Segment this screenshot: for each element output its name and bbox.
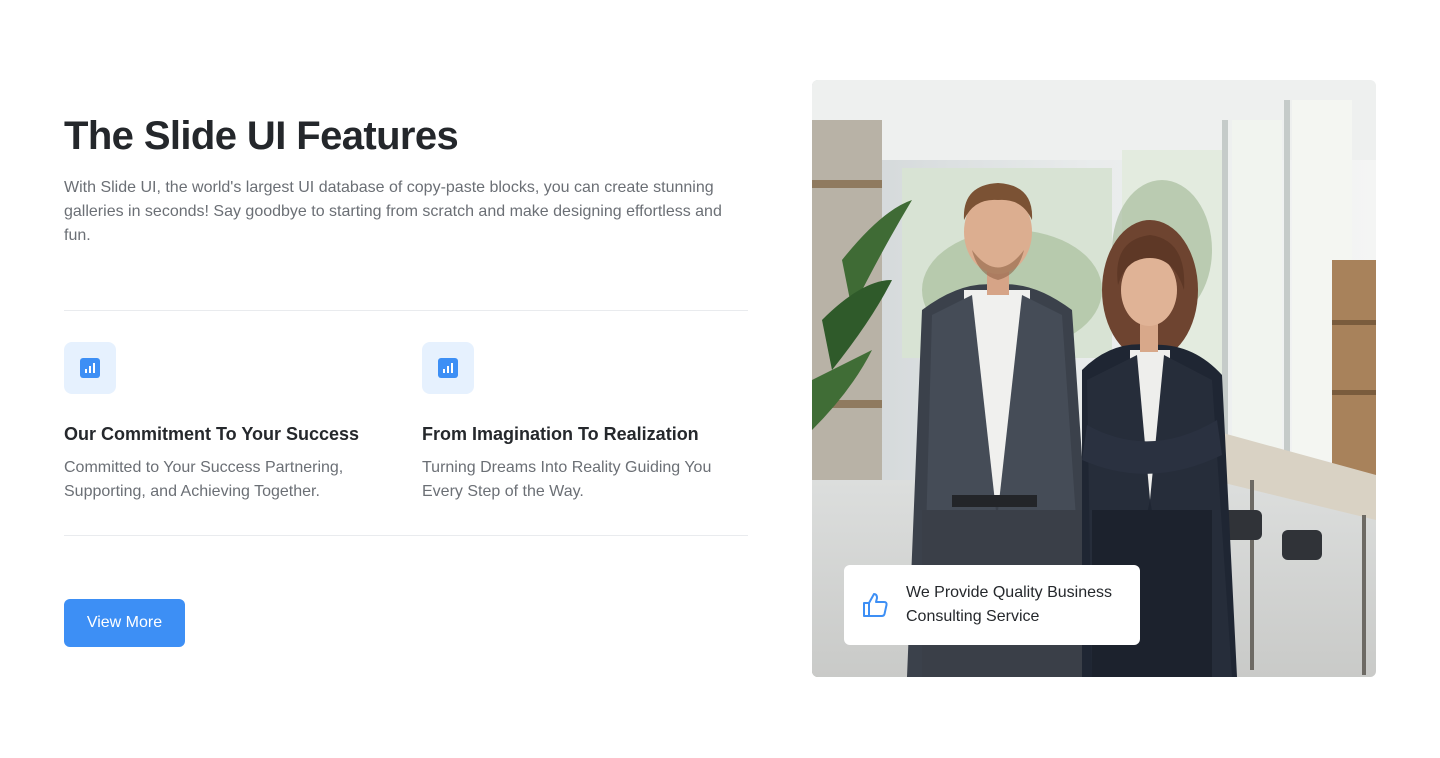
feature-title: From Imagination To Realization	[422, 424, 699, 444]
feature-card: From Imagination To Realization Turning …	[422, 342, 742, 504]
divider-bottom	[64, 535, 748, 536]
features-intro: The Slide UI Features With Slide UI, the…	[64, 112, 750, 248]
feature-text: Turning Dreams Into Reality Guiding You …	[422, 459, 712, 500]
section-description: With Slide UI, the world's largest UI da…	[64, 179, 722, 244]
view-more-button[interactable]: View More	[64, 599, 185, 647]
thumbs-up-icon	[863, 593, 888, 617]
service-badge: We Provide Quality Business Consulting S…	[844, 565, 1140, 645]
feature-title: Our Commitment To Your Success	[64, 424, 360, 444]
team-photo: We Provide Quality Business Consulting S…	[812, 80, 1376, 677]
section-title: The Slide UI Features	[64, 114, 459, 158]
chart-icon	[64, 342, 116, 394]
badge-text: We Provide Quality Business Consulting S…	[906, 584, 1113, 625]
divider-top	[64, 310, 748, 311]
chart-icon	[422, 342, 474, 394]
feature-text: Committed to Your Success Partnering, Su…	[64, 459, 344, 500]
feature-card: Our Commitment To Your Success Committed…	[64, 342, 384, 504]
